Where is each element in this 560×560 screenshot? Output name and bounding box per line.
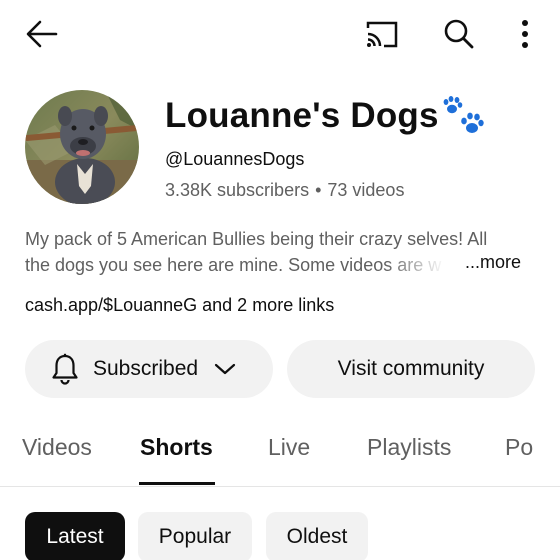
paw-prints-icon bbox=[441, 95, 487, 139]
tab-videos[interactable]: Videos bbox=[22, 434, 92, 461]
chip-popular[interactable]: Popular bbox=[138, 512, 252, 560]
cast-button[interactable] bbox=[360, 14, 404, 54]
bell-icon bbox=[52, 353, 78, 385]
channel-name: Louanne's Dogs bbox=[165, 96, 439, 135]
search-button[interactable] bbox=[437, 12, 481, 56]
chevron-down-icon bbox=[214, 363, 236, 375]
avatar-dog-photo bbox=[25, 90, 139, 204]
cast-icon bbox=[366, 21, 398, 48]
video-count: 73 videos bbox=[327, 180, 405, 200]
subscribed-label: Subscribed bbox=[93, 357, 199, 380]
channel-page: Louanne's Dogs @LouannesDogs 3.38K subsc… bbox=[0, 0, 560, 560]
subscriber-count: 3.38K subscribers bbox=[165, 180, 310, 200]
description-fade bbox=[385, 252, 445, 278]
description-line-2: the dogs you see here are mine. Some vid… bbox=[25, 252, 445, 278]
visit-community-button[interactable]: Visit community bbox=[287, 340, 535, 398]
tab-shorts[interactable]: Shorts bbox=[140, 434, 213, 461]
tab-live[interactable]: Live bbox=[268, 434, 310, 461]
more-vertical-icon bbox=[522, 20, 528, 48]
top-app-bar bbox=[0, 0, 560, 66]
visit-community-label: Visit community bbox=[337, 357, 485, 380]
channel-tabs: Videos Shorts Live Playlists Po bbox=[0, 420, 560, 487]
active-tab-indicator bbox=[139, 482, 215, 485]
channel-handle: @LouannesDogs bbox=[165, 149, 305, 169]
stats-separator: • bbox=[315, 180, 322, 200]
description-line-2-text: the dogs you see here are mine. Some vid… bbox=[25, 255, 442, 275]
tab-playlists[interactable]: Playlists bbox=[367, 434, 451, 461]
channel-links[interactable]: cash.app/$LouanneG and 2 more links bbox=[25, 295, 334, 316]
description-more-link[interactable]: ...more bbox=[465, 252, 521, 273]
description-line-1: My pack of 5 American Bullies being thei… bbox=[25, 229, 488, 249]
more-options-button[interactable] bbox=[508, 12, 542, 56]
chip-latest[interactable]: Latest bbox=[25, 512, 125, 560]
back-button[interactable] bbox=[20, 14, 64, 54]
tab-posts[interactable]: Po bbox=[505, 434, 533, 461]
channel-avatar[interactable] bbox=[25, 90, 139, 204]
subscribed-button[interactable]: Subscribed bbox=[25, 340, 273, 398]
arrow-left-icon bbox=[26, 20, 58, 48]
channel-description[interactable]: My pack of 5 American Bullies being thei… bbox=[25, 226, 535, 278]
search-icon bbox=[444, 19, 474, 49]
chip-oldest[interactable]: Oldest bbox=[266, 512, 368, 560]
channel-stats: 3.38K subscribers • 73 videos bbox=[165, 180, 404, 201]
